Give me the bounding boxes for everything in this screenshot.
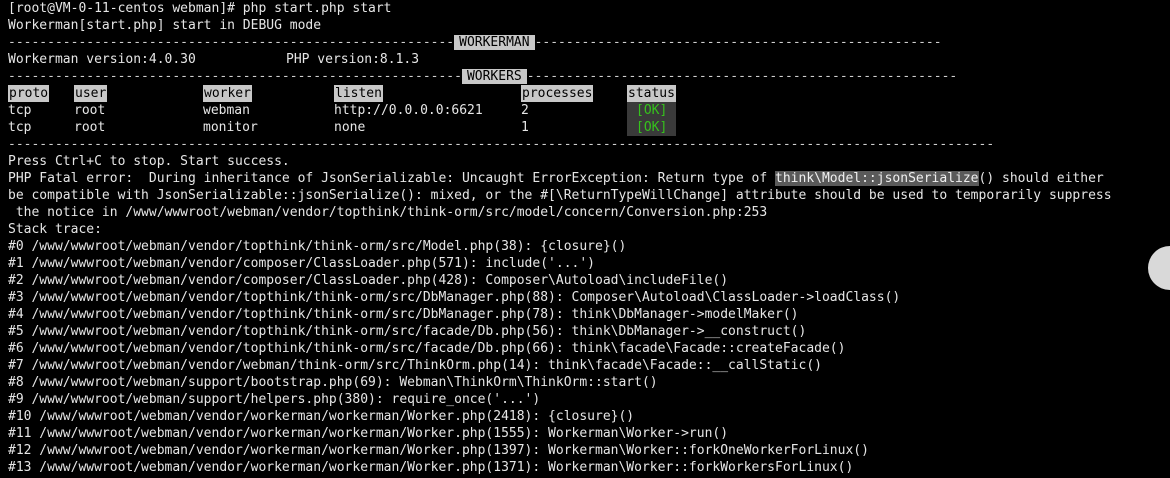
stack-frame: #8 /www/wwwroot/webman/support/bootstrap… [8,375,658,390]
workers-separator: ----------------------------------------… [8,69,958,84]
debug-mode-line: Workerman[start.php] start in DEBUG mode [8,18,322,33]
row-listen: http://0.0.0.0:6621 [334,103,483,118]
row-worker: webman [203,103,250,118]
fatal-error-line-3: the notice in /www/wwwroot/webman/vendor… [8,205,768,220]
stack-frame: #11 /www/wwwroot/webman/vendor/workerman… [8,426,729,441]
stack-frame: #3 /www/wwwroot/webman/vendor/topthink/t… [8,290,901,305]
stack-frame: #7 /www/wwwroot/webman/vendor/webman/thi… [8,358,822,373]
header-proto: proto [8,85,50,102]
start-success-line: Press Ctrl+C to stop. Start success. [8,154,290,169]
stack-frame: #2 /www/wwwroot/webman/vendor/composer/C… [8,273,729,288]
header-user: user [74,85,108,102]
fatal-error-line: PHP Fatal error: During inheritance of J… [8,170,1166,187]
row-processes: 1 [521,120,529,135]
stack-frame: #0 /www/wwwroot/webman/vendor/topthink/t… [8,239,627,254]
selected-text-highlight: think\Model::jsonSerialize [775,171,979,186]
stack-frame: #4 /www/wwwroot/webman/vendor/topthink/t… [8,307,799,322]
row-worker: monitor [203,120,258,135]
row-proto: tcp [8,120,32,135]
fatal-error-line-2: be compatible with JsonSerializable::jso… [8,188,1112,203]
row-user: root [74,103,106,118]
stack-frame: #13 /www/wwwroot/webman/vendor/workerman… [8,460,854,475]
php-version: PHP version:8.1.3 [286,52,420,67]
workerman-banner: WORKERMAN [454,35,535,50]
table-row: tcp root webman http://0.0.0.0:6621 2 [O… [8,102,1166,119]
row-user: root [74,120,106,135]
stack-frame: #5 /www/wwwroot/webman/vendor/topthink/t… [8,324,807,339]
table-row: tcp root monitor none 1 [OK] [8,119,1166,136]
workerman-version: Workerman version:4.0.30 [8,52,196,67]
terminal-output[interactable]: [root@VM-0-11-centos webman]# php start.… [8,0,1166,476]
fatal-error-suffix: () should either [978,171,1104,186]
workers-table-header: proto user worker listen processes statu… [8,85,1166,102]
header-processes: processes [521,85,594,102]
header-worker: worker [203,85,252,102]
row-listen: none [334,120,366,135]
header-listen: listen [334,85,383,102]
row-proto: tcp [8,103,32,118]
table-bottom-separator: ----------------------------------------… [8,137,995,152]
stack-frame: #6 /www/wwwroot/webman/vendor/topthink/t… [8,341,846,356]
stack-frame: #1 /www/wwwroot/webman/vendor/composer/C… [8,256,595,271]
stack-frame: #9 /www/wwwroot/webman/support/helpers.p… [8,392,541,407]
stack-frame: #12 /www/wwwroot/webman/vendor/workerman… [8,443,869,458]
stack-trace-label: Stack trace: [8,222,102,237]
header-status: status [627,85,676,102]
row-status-ok: [OK] [627,119,677,136]
workers-banner: WORKERS [461,69,527,84]
fatal-error-prefix: PHP Fatal error: During inheritance of J… [8,171,776,186]
row-status-ok: [OK] [627,102,677,119]
prompt-line: [root@VM-0-11-centos webman]# php start.… [8,1,392,16]
version-line: Workerman version:4.0.30 PHP version:8.1… [8,51,1166,68]
row-processes: 2 [521,103,529,118]
stack-frame: #10 /www/wwwroot/webman/vendor/workerman… [8,409,635,424]
workerman-separator: ----------------------------------------… [8,35,942,50]
